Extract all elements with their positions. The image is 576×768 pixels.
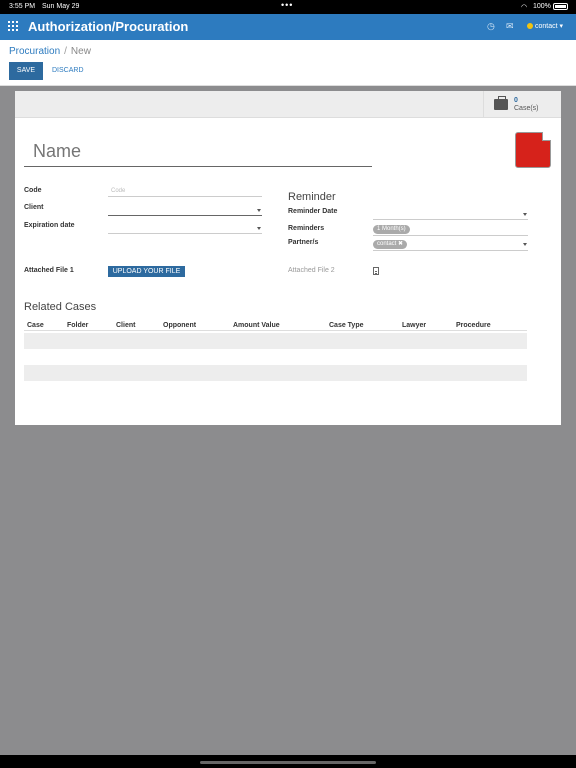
- top-navbar: Authorization/Procuration ◷ ✉ contact ▾: [0, 14, 576, 40]
- partner-tag[interactable]: contact ✖: [373, 240, 408, 249]
- multitask-dots-icon[interactable]: •••: [281, 0, 293, 10]
- breadcrumb-separator: /: [64, 46, 67, 57]
- status-date: Sun May 29: [42, 3, 80, 10]
- table-row: [24, 365, 527, 381]
- client-label: Client: [24, 204, 44, 211]
- clock-icon[interactable]: ◷: [487, 21, 495, 32]
- dropdown-caret-icon: [523, 213, 527, 216]
- cases-stat-button[interactable]: 0 Case(s): [483, 91, 561, 118]
- column-lawyer[interactable]: Lawyer: [402, 322, 426, 329]
- battery-icon: [553, 3, 568, 10]
- upload-file-button[interactable]: UPLOAD YOUR FILE: [108, 266, 185, 277]
- status-bar: 3:55 PM Sun May 29 ••• ◠ 100%: [0, 0, 576, 14]
- reminder-date-input[interactable]: [373, 210, 528, 220]
- table-row: [24, 333, 527, 349]
- reminders-field[interactable]: 1 Month(s): [373, 225, 528, 236]
- breadcrumb-parent[interactable]: Procuration: [9, 46, 60, 57]
- status-time: 3:55 PM: [9, 3, 36, 10]
- breadcrumb-current: New: [70, 46, 91, 57]
- code-placeholder: Code: [111, 188, 126, 194]
- column-procedure[interactable]: Procedure: [456, 322, 491, 329]
- cases-label: Case(s): [514, 105, 539, 112]
- pdf-icon[interactable]: [515, 132, 551, 168]
- file-icon[interactable]: [373, 267, 379, 275]
- code-input[interactable]: Code: [108, 187, 262, 197]
- name-input[interactable]: [24, 137, 372, 167]
- chevron-down-icon: ▾: [559, 23, 564, 30]
- discard-button[interactable]: DISCARD: [52, 62, 84, 80]
- code-label: Code: [24, 187, 42, 194]
- battery-percent: 100%: [533, 3, 551, 10]
- dropdown-caret-icon: [257, 227, 261, 230]
- user-name: contact: [535, 23, 558, 30]
- column-client[interactable]: Client: [116, 322, 135, 329]
- related-cases-title: Related Cases: [24, 301, 97, 313]
- briefcase-icon: [494, 96, 508, 110]
- save-button[interactable]: SAVE: [9, 62, 43, 80]
- user-menu[interactable]: contact ▾: [527, 22, 563, 30]
- expiration-date-input[interactable]: [108, 224, 262, 234]
- partners-label: Partner/s: [288, 239, 319, 246]
- expiration-label: Expiration date: [24, 222, 75, 229]
- app-title: Authorization/Procuration: [28, 19, 189, 34]
- cases-count: 0: [514, 97, 518, 104]
- column-opponent[interactable]: Opponent: [163, 322, 196, 329]
- button-box: 0 Case(s): [15, 91, 561, 118]
- apps-grid-icon[interactable]: [8, 21, 18, 31]
- reminder-date-label: Reminder Date: [288, 208, 338, 215]
- breadcrumb: Procuration / New: [9, 46, 91, 57]
- partners-field[interactable]: contact ✖: [373, 239, 528, 251]
- user-avatar: [527, 23, 533, 30]
- column-case[interactable]: Case: [27, 322, 44, 329]
- column-amount-value[interactable]: Amount Value: [233, 322, 280, 329]
- dropdown-caret-icon: [523, 243, 527, 246]
- reminder-title: Reminder: [288, 191, 336, 203]
- client-select[interactable]: [108, 206, 262, 216]
- related-cases-header: Case Folder Client Opponent Amount Value…: [24, 320, 527, 331]
- column-folder[interactable]: Folder: [67, 322, 88, 329]
- control-panel: Procuration / New SAVE DISCARD: [0, 40, 576, 86]
- form-sheet: 0 Case(s) Code Code Client Expiration da…: [15, 91, 561, 425]
- attached-file-2-label: Attached File 2: [288, 267, 335, 274]
- home-indicator[interactable]: [200, 761, 376, 764]
- reminders-label: Reminders: [288, 225, 325, 232]
- reminder-tag[interactable]: 1 Month(s): [373, 225, 410, 234]
- dropdown-caret-icon: [257, 209, 261, 212]
- chat-icon[interactable]: ✉: [506, 21, 514, 32]
- attached-file-1-label: Attached File 1: [24, 267, 74, 274]
- wifi-icon: ◠: [521, 4, 528, 11]
- column-case-type[interactable]: Case Type: [329, 322, 364, 329]
